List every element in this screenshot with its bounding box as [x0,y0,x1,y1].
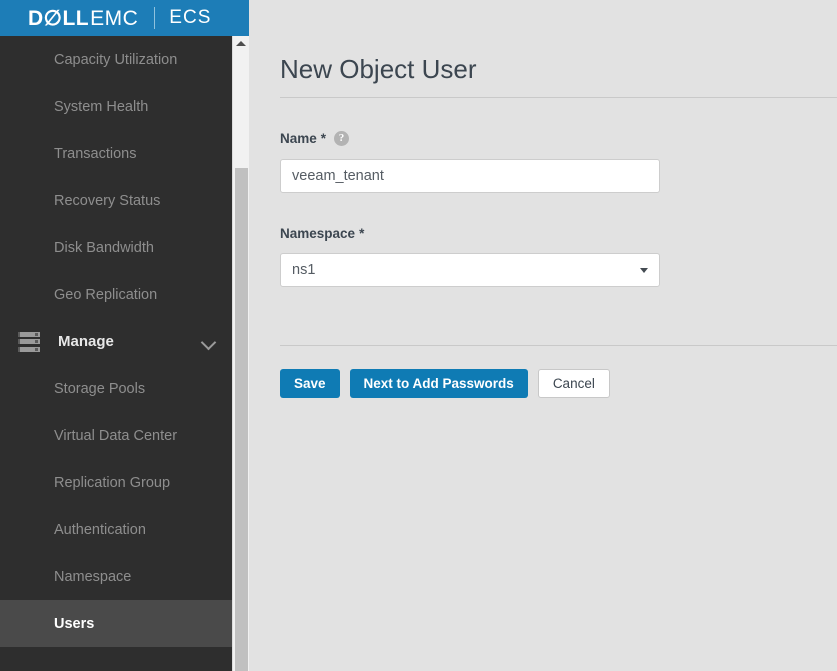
name-input[interactable] [280,159,660,193]
sidebar-item-replication-group[interactable]: Replication Group [0,459,232,506]
chevron-down-icon[interactable] [202,335,216,349]
triangle-up-icon[interactable] [236,41,246,46]
sidebar-scrollbar[interactable] [232,36,249,671]
brand-divider [154,7,155,29]
page-title: New Object User [280,54,477,85]
title-divider [280,97,837,98]
namespace-required-marker: * [359,226,364,241]
dell-wordmark: D∅LL [28,6,89,31]
sidebar-item-virtual-data-center[interactable]: Virtual Data Center [0,412,232,459]
sidebar-item-label: Disk Bandwidth [54,240,154,256]
rack-icon [18,332,40,352]
name-field-label: Name * ? [280,131,349,146]
sidebar-item-transactions[interactable]: Transactions [0,130,232,177]
name-label-text: Name [280,131,317,146]
main-content: New Object User Name * ? Namespace * ns1… [249,0,837,671]
sidebar-item-recovery-status[interactable]: Recovery Status [0,177,232,224]
namespace-field-label: Namespace * [280,226,364,241]
brand-header: D∅LL EMC ECS [0,0,249,36]
product-name-ecs: ECS [169,7,211,29]
sidebar-item-label: Storage Pools [54,381,145,397]
sidebar-item-label: Recovery Status [54,193,160,209]
scrollbar-thumb[interactable] [235,168,248,671]
question-mark-icon[interactable]: ? [334,131,349,146]
sidebar-item-label: System Health [54,99,148,115]
next-to-add-passwords-button[interactable]: Next to Add Passwords [350,369,528,398]
save-button[interactable]: Save [280,369,340,398]
namespace-label-text: Namespace [280,226,355,241]
form-actions-divider [280,345,837,346]
namespace-select[interactable]: ns1 [280,253,660,287]
dell-emc-logo[interactable]: D∅LL EMC [28,6,138,31]
sidebar-section-manage[interactable]: Manage [0,318,232,365]
sidebar-item-authentication[interactable]: Authentication [0,506,232,553]
sidebar-item-label: Authentication [54,522,146,538]
sidebar-item-storage-pools[interactable]: Storage Pools [0,365,232,412]
sidebar-item-system-health[interactable]: System Health [0,83,232,130]
form-action-buttons: Save Next to Add Passwords Cancel [280,369,610,398]
sidebar-item-label: Transactions [54,146,136,162]
sidebar-item-label: Virtual Data Center [54,428,177,444]
emc-wordmark: EMC [90,7,138,31]
sidebar-section-label: Manage [58,333,202,350]
sidebar-item-geo-replication[interactable]: Geo Replication [0,271,232,318]
sidebar-item-namespace[interactable]: Namespace [0,553,232,600]
sidebar-navigation: Capacity Utilization System Health Trans… [0,36,232,671]
sidebar-item-label: Geo Replication [54,287,157,303]
sidebar-item-label: Users [54,616,94,632]
sidebar-item-capacity-utilization[interactable]: Capacity Utilization [0,36,232,83]
cancel-button[interactable]: Cancel [538,369,610,398]
name-required-marker: * [321,131,326,146]
sidebar-item-disk-bandwidth[interactable]: Disk Bandwidth [0,224,232,271]
caret-down-icon [640,268,648,273]
sidebar-item-users[interactable]: Users [0,600,232,647]
sidebar-item-label: Replication Group [54,475,170,491]
sidebar-item-label: Capacity Utilization [54,52,177,68]
sidebar-item-label: Namespace [54,569,131,585]
namespace-selected-value: ns1 [281,262,640,278]
